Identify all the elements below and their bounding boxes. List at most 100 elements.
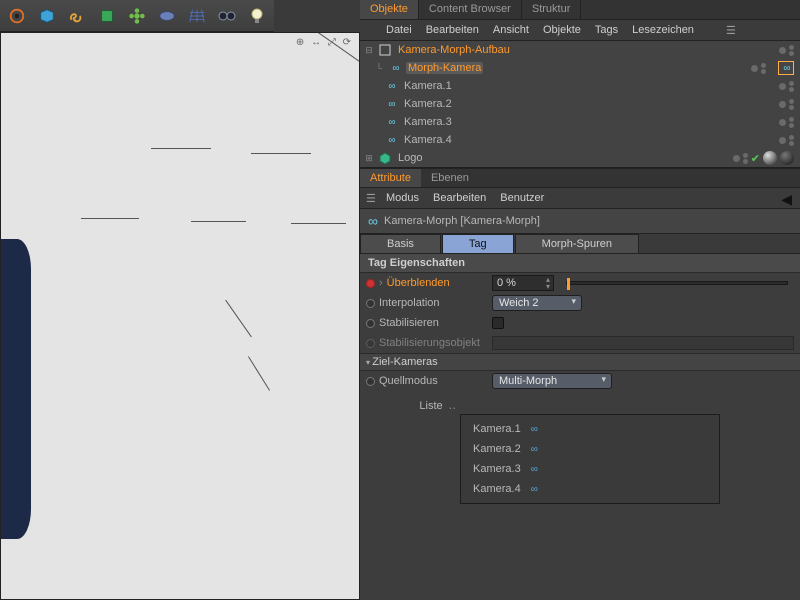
prop-interpolation: Interpolation Weich 2 bbox=[360, 293, 800, 313]
tab-content-browser[interactable]: Content Browser bbox=[419, 0, 522, 19]
object-label[interactable]: Logo bbox=[396, 152, 424, 164]
tree-row[interactable]: ⊞ Logo ✔ bbox=[360, 149, 800, 167]
prop-sourcemode: Quellmodus Multi-Morph bbox=[360, 371, 800, 391]
attribute-tabs: Attribute Ebenen bbox=[360, 169, 800, 188]
list-item-label: Kamera.2 bbox=[473, 443, 521, 455]
prop-blend: ›Überblenden ▴▾ bbox=[360, 273, 800, 293]
attribute-menubar: ☰ Modus Bearbeiten Benutzer ◀ bbox=[360, 188, 800, 209]
expander-icon[interactable]: ⊞ bbox=[364, 153, 374, 164]
prop-stabilize: Stabilisieren bbox=[360, 313, 800, 333]
menu-ansicht[interactable]: Ansicht bbox=[493, 24, 529, 36]
camera-icon: ∞ bbox=[531, 444, 536, 455]
link-icon[interactable] bbox=[64, 3, 90, 29]
list-item-label: Kamera.1 bbox=[473, 423, 521, 435]
camera-icon: ∞ bbox=[531, 464, 536, 475]
flower-icon[interactable] bbox=[124, 3, 150, 29]
cube-icon[interactable] bbox=[34, 3, 60, 29]
object-label[interactable]: Kamera-Morph-Aufbau bbox=[396, 44, 512, 56]
tree-row[interactable]: ⊟ Kamera-Morph-Aufbau bbox=[360, 41, 800, 59]
list-item[interactable]: Kamera.3∞ bbox=[461, 459, 719, 479]
main-toolbar bbox=[0, 0, 274, 32]
morph-tag-icon[interactable]: ∞ bbox=[778, 61, 794, 75]
sourcemode-select[interactable]: Multi-Morph bbox=[492, 373, 612, 389]
subsection-header[interactable]: Ziel-Kameras bbox=[360, 353, 800, 371]
slider-thumb[interactable] bbox=[567, 278, 570, 290]
list-item[interactable]: Kamera.4 ∞ bbox=[461, 479, 719, 499]
menu-icon[interactable]: ☰ bbox=[366, 192, 376, 205]
object-label[interactable]: Kamera.2 bbox=[402, 98, 454, 110]
tab-struktur[interactable]: Struktur bbox=[522, 0, 582, 19]
prop-label: Überblenden bbox=[387, 277, 450, 289]
polygon-icon bbox=[378, 152, 392, 164]
tree-row[interactable]: ∞ Kamera.1 bbox=[360, 77, 800, 95]
object-tree[interactable]: ⊟ Kamera-Morph-Aufbau └ ∞ Morph-Kamera ∞… bbox=[360, 41, 800, 168]
viewport[interactable]: ⊕ ↔ ⤢ ⟳ bbox=[0, 32, 360, 600]
tree-row[interactable]: ∞ Kamera.4 bbox=[360, 131, 800, 149]
menu-bearbeiten[interactable]: Bearbeiten bbox=[433, 192, 486, 204]
prop-list: Liste‥ bbox=[360, 391, 800, 414]
object-label[interactable]: Kamera.4 bbox=[402, 134, 454, 146]
tab-morph-spuren[interactable]: Morph-Spuren bbox=[515, 234, 639, 253]
object-label[interactable]: Kamera.1 bbox=[402, 80, 454, 92]
keyframe-dot-icon[interactable] bbox=[366, 319, 375, 328]
list-item[interactable]: Kamera.2 ∞ bbox=[461, 439, 719, 459]
keyframe-dot-icon[interactable] bbox=[366, 377, 375, 386]
prop-label: Stabilisieren bbox=[379, 317, 439, 329]
objects-menubar: ☰ Datei Bearbeiten Ansicht Objekte Tags … bbox=[360, 20, 800, 41]
menu-modus[interactable]: Modus bbox=[386, 192, 419, 204]
object-title-row: ∞ Kamera-Morph [Kamera-Morph] bbox=[360, 209, 800, 234]
tab-objekte[interactable]: Objekte bbox=[360, 0, 419, 19]
tab-attribute[interactable]: Attribute bbox=[360, 169, 421, 187]
object-label[interactable]: Morph-Kamera bbox=[406, 62, 483, 74]
right-panels: Objekte Content Browser Struktur ☰ Datei… bbox=[360, 0, 800, 600]
camera-icon: ∞ bbox=[388, 63, 402, 74]
disc-icon[interactable] bbox=[154, 3, 180, 29]
menu-lesezeichen[interactable]: Lesezeichen bbox=[632, 24, 694, 36]
interpolation-select[interactable]: Weich 2 bbox=[492, 295, 582, 311]
back-arrow-icon[interactable]: ◀ bbox=[781, 191, 792, 208]
material-tag-icon[interactable] bbox=[763, 151, 777, 165]
sphere-tag-icon[interactable] bbox=[780, 151, 794, 165]
menu-benutzer[interactable]: Benutzer bbox=[500, 192, 544, 204]
scene-object bbox=[0, 239, 31, 539]
list-item[interactable]: Kamera.1∞ bbox=[461, 419, 719, 439]
keyframe-dot-icon bbox=[366, 339, 375, 348]
gear-icon[interactable] bbox=[4, 3, 30, 29]
blend-input[interactable] bbox=[493, 277, 543, 289]
tree-row[interactable]: ∞ Kamera.3 bbox=[360, 113, 800, 131]
blend-slider[interactable] bbox=[566, 281, 788, 285]
menu-icon[interactable]: ☰ bbox=[726, 24, 736, 37]
null-icon bbox=[378, 44, 392, 56]
menu-bearbeiten[interactable]: Bearbeiten bbox=[426, 24, 479, 36]
camera-icon: ∞ bbox=[384, 135, 398, 146]
camera-icon: ∞ bbox=[384, 117, 398, 128]
stabilize-checkbox[interactable] bbox=[492, 317, 504, 329]
prop-label: Stabilisierungsobjekt bbox=[379, 337, 480, 349]
prop-label: Quellmodus bbox=[379, 375, 438, 387]
menu-tags[interactable]: Tags bbox=[595, 24, 618, 36]
tree-row[interactable]: ∞ Kamera.2 bbox=[360, 95, 800, 113]
objects-panel-tabs: Objekte Content Browser Struktur bbox=[360, 0, 800, 20]
prop-label: Interpolation bbox=[379, 297, 440, 309]
object-label[interactable]: Kamera.3 bbox=[402, 116, 454, 128]
tab-tag[interactable]: Tag bbox=[442, 234, 514, 253]
keyframe-dot-icon[interactable] bbox=[366, 299, 375, 308]
menu-objekte[interactable]: Objekte bbox=[543, 24, 581, 36]
menu-datei[interactable]: Datei bbox=[386, 24, 412, 36]
tree-row[interactable]: └ ∞ Morph-Kamera ∞ bbox=[360, 59, 800, 77]
keyframe-dot-icon[interactable] bbox=[366, 279, 375, 288]
bulb-icon[interactable] bbox=[244, 3, 270, 29]
camera-icon: ∞ bbox=[531, 484, 536, 495]
grid-icon[interactable] bbox=[184, 3, 210, 29]
spinner-icon[interactable]: ▴▾ bbox=[543, 276, 553, 290]
list-item-label: Kamera.4 bbox=[473, 483, 521, 495]
glasses-icon[interactable] bbox=[214, 3, 240, 29]
tab-basis[interactable]: Basis bbox=[360, 234, 441, 253]
viewport-gizmo[interactable]: ⊕ ↔ ⤢ ⟳ bbox=[296, 37, 353, 48]
blend-field[interactable]: ▴▾ bbox=[492, 275, 554, 291]
expander-icon[interactable]: ⊟ bbox=[364, 45, 374, 56]
cube-plus-icon[interactable] bbox=[94, 3, 120, 29]
tab-ebenen[interactable]: Ebenen bbox=[421, 169, 479, 187]
camera-list[interactable]: Kamera.1∞ Kamera.2∞ Kamera.3∞ Kamera.4∞ bbox=[460, 414, 720, 504]
prop-stabilize-object: Stabilisierungsobjekt bbox=[360, 333, 800, 353]
